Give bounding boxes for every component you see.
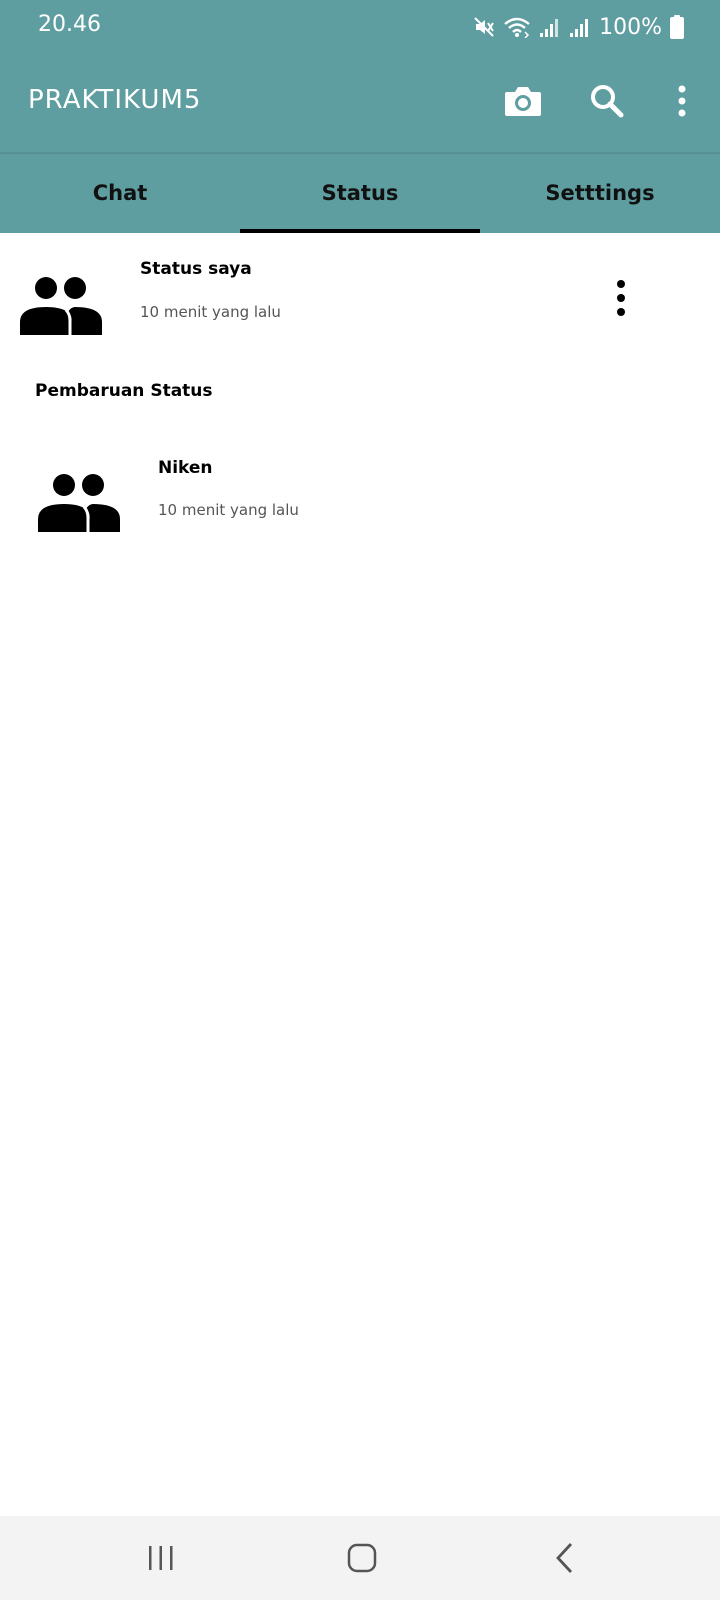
- home-icon: [347, 1543, 377, 1573]
- app-title: PRAKTIKUM5: [28, 85, 202, 115]
- tab-settings-label: Setttings: [545, 180, 655, 205]
- contact-status-time: 10 menit yang lalu: [158, 501, 299, 519]
- contact-name: Niken: [158, 458, 213, 478]
- status-time: 10 menit yang lalu: [140, 303, 281, 321]
- camera-button[interactable]: [497, 75, 549, 127]
- more-vert-icon: [617, 280, 625, 316]
- home-button[interactable]: [332, 1534, 392, 1582]
- status-name: Status saya: [140, 259, 252, 279]
- signal-icon: [539, 17, 561, 37]
- toolbar: PRAKTIKUM5: [0, 55, 720, 154]
- status-more-button[interactable]: [601, 273, 641, 323]
- battery-icon: [670, 15, 684, 39]
- signal-icon: [569, 17, 591, 37]
- overflow-menu-button[interactable]: [656, 75, 708, 127]
- tab-bar: Chat Status Setttings: [0, 152, 720, 233]
- search-icon: [591, 85, 624, 118]
- wifi-icon: [503, 16, 531, 38]
- tab-chat[interactable]: Chat: [0, 152, 240, 233]
- search-button[interactable]: [581, 75, 633, 127]
- status-icons: 100%: [473, 10, 684, 44]
- recents-button[interactable]: [131, 1534, 191, 1582]
- tab-status[interactable]: Status: [240, 152, 480, 233]
- more-vert-icon: [678, 85, 686, 117]
- list-item[interactable]: Niken 10 menit yang lalu: [0, 443, 720, 543]
- tab-settings[interactable]: Setttings: [480, 152, 720, 233]
- group-icon: [20, 277, 102, 335]
- tab-status-label: Status: [321, 180, 399, 205]
- group-icon: [38, 474, 120, 532]
- navigation-bar: [0, 1516, 720, 1600]
- status-bar: 20.46 100%: [0, 0, 720, 55]
- section-title: Pembaruan Status: [35, 381, 213, 401]
- status-time: 20.46: [38, 12, 101, 37]
- battery-percent: 100%: [599, 14, 662, 40]
- my-status-row[interactable]: Status saya 10 menit yang lalu: [0, 250, 720, 350]
- camera-icon: [505, 87, 541, 116]
- tab-chat-label: Chat: [92, 180, 148, 205]
- mute-icon: [473, 16, 495, 38]
- app-bar: 20.46 100% PRAKTIKUM5 Chat Status Settti…: [0, 0, 720, 233]
- recents-icon: [149, 1546, 173, 1570]
- back-icon: [556, 1543, 573, 1573]
- back-button[interactable]: [535, 1534, 595, 1582]
